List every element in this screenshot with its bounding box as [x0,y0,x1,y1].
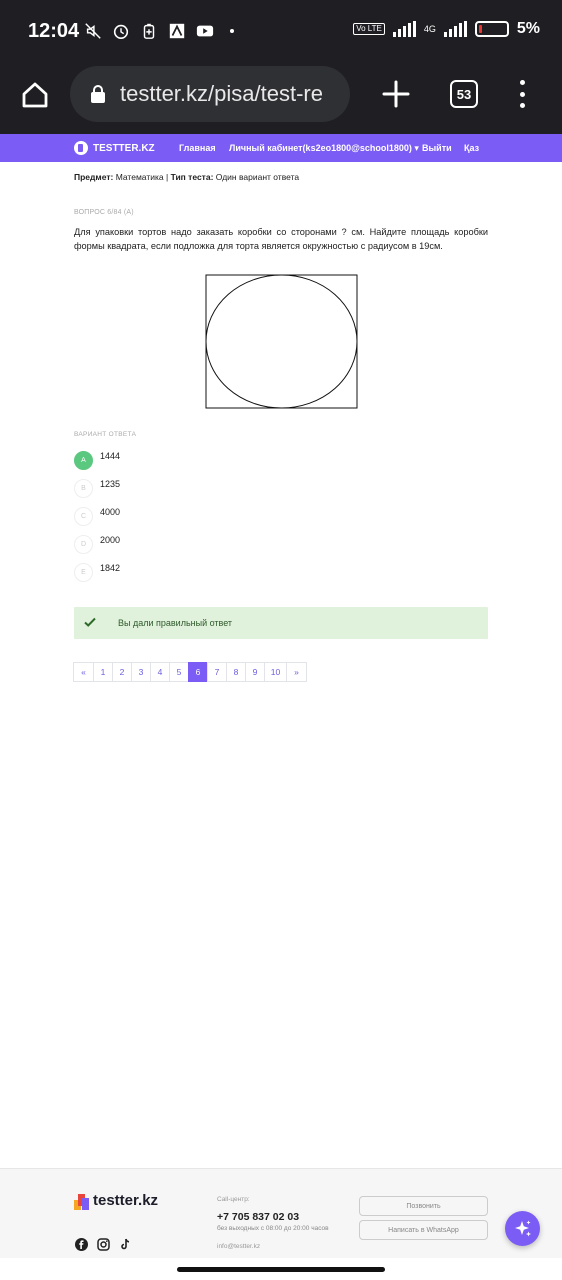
page-link[interactable]: 8 [226,662,246,682]
test-type-label: Тип теста: [170,172,214,182]
question-figure [205,274,358,409]
battery-icon [474,21,509,37]
facebook-icon[interactable] [75,1238,88,1251]
answer-option-d[interactable]: D 2000 [74,535,274,555]
url-text: testter.kz/pisa/test-re [120,81,323,106]
question-number: ВОПРОС 6/84 (A) [74,209,134,216]
answer-value: 1235 [100,479,121,489]
nav-logout-link[interactable]: Выйти [422,143,452,153]
new-tab-icon[interactable] [382,80,410,108]
instagram-icon[interactable] [97,1238,110,1251]
check-icon [84,617,96,627]
figure-square [205,274,358,409]
answer-option-b[interactable]: B 1235 [74,479,274,499]
site-brand[interactable]: TESTTER.KZ [93,143,155,154]
pagination: « 1 2 3 4 5 6 7 8 9 10 » [73,662,307,682]
result-message: Вы дали правильный ответ [118,618,233,628]
result-alert: Вы дали правильный ответ [74,607,488,639]
page-link[interactable]: 9 [245,662,265,682]
home-gesture-handle[interactable] [177,1267,385,1272]
callcenter-phone[interactable]: +7 705 837 02 03 [217,1211,299,1223]
footer-brand[interactable]: testter.kz [93,1192,158,1209]
answer-letter: D [74,535,93,554]
lock-icon [91,85,105,103]
signal-icon [392,21,416,37]
answer-value: 2000 [100,535,121,545]
subject-value: Математика [115,172,164,182]
answer-value: 1444 [100,451,121,461]
question-text: Для упаковки тортов надо заказать коробк… [74,227,488,251]
contact-email[interactable]: info@testter.kz [217,1243,260,1250]
battery-saver-icon [143,23,155,39]
answer-section-label: ВАРИАНТ ОТВЕТА [74,431,137,438]
alarm-icon [113,24,129,40]
page-next-button[interactable]: » [286,662,307,682]
volte-indicator: Vo LTE [353,23,385,35]
page-link[interactable]: 10 [264,662,287,682]
test-meta: Предмет: Математика | Тип теста: Один ва… [74,172,299,182]
youtube-icon [196,25,214,37]
battery-percent: 5% [516,20,540,37]
sparkle-icon [514,1220,531,1236]
mute-icon [85,23,101,39]
notification-dot [230,29,234,33]
tiktok-icon[interactable] [119,1238,132,1251]
nav-home-link[interactable]: Главная [179,143,216,153]
page-prev-button[interactable]: « [73,662,94,682]
whatsapp-button[interactable]: Написать в WhatsApp [359,1220,488,1240]
ai-assistant-button[interactable] [505,1211,540,1246]
figure-circle [205,274,358,409]
system-nav-bar [0,1258,562,1280]
site-logo-icon[interactable] [74,141,88,155]
page-link[interactable]: 5 [169,662,189,682]
home-icon[interactable] [20,80,50,110]
app-icon [169,23,185,39]
nav-language-link[interactable]: Қаз [464,143,479,153]
meta-separator: | [165,172,169,182]
page-link[interactable]: 2 [112,662,132,682]
status-bar: 12:04 Vo LTE 4G 5% [0,0,562,66]
answer-letter: A [74,451,93,470]
answer-option-c[interactable]: C 4000 [74,507,274,527]
tab-switcher-button[interactable]: 53 [450,80,478,108]
signal-icon-2 [443,21,467,37]
page-link-current[interactable]: 6 [188,662,208,682]
address-bar[interactable]: testter.kz/pisa/test-re [70,66,350,122]
site-footer: testter.kz Call-центр: +7 705 837 02 03 … [0,1168,562,1260]
site-navbar: TESTTER.KZ Главная Личный кабинет(ks2eo1… [0,134,562,162]
network-type: 4G [423,23,436,34]
test-type-value: Один вариант ответа [215,172,300,182]
answer-value: 4000 [100,507,121,517]
answer-value: 1842 [100,563,121,573]
call-button[interactable]: Позвонить [359,1196,488,1216]
answer-option-e[interactable]: E 1842 [74,563,274,583]
browser-toolbar: testter.kz/pisa/test-re 53 [0,66,562,134]
answer-option-a[interactable]: A 1444 [74,451,274,471]
answer-letter: B [74,479,93,498]
callcenter-label: Call-центр: [217,1196,250,1203]
footer-logo-icon [74,1194,89,1210]
subject-label: Предмет: [74,172,114,182]
more-menu-icon[interactable] [518,80,526,108]
callcenter-hours: без выходных с 08:00 до 20:00 часов [217,1225,329,1232]
page-link[interactable]: 1 [93,662,113,682]
answer-letter: E [74,563,93,582]
page-link[interactable]: 7 [207,662,227,682]
page-link[interactable]: 3 [131,662,151,682]
page-link[interactable]: 4 [150,662,170,682]
status-time: 12:04 [28,20,80,42]
answer-letter: C [74,507,93,526]
nav-cabinet-dropdown[interactable]: Личный кабинет(ks2eo1800@school1800) ▾ [229,143,419,154]
